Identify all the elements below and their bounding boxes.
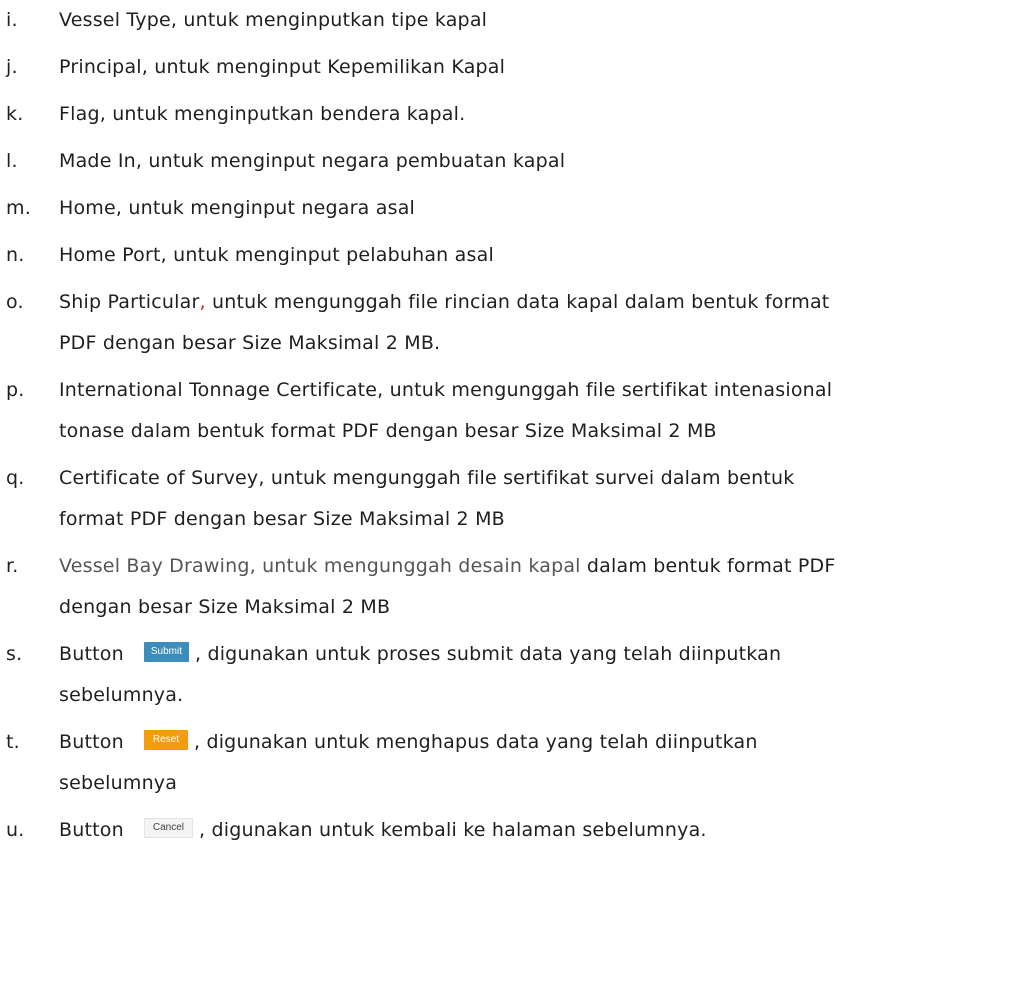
- list-item-line-2: format PDF dengan besar Size Maksimal 2 …: [59, 508, 505, 530]
- list-item-line-2: sebelumnya.: [59, 684, 184, 706]
- list-item-line-1: Vessel Bay Drawing, untuk mengunggah des…: [59, 546, 1016, 587]
- button-prefix: Button: [59, 819, 124, 841]
- list-marker: t.: [6, 731, 20, 753]
- button-prefix: Button: [59, 643, 124, 665]
- list-item-line-2: tonase dalam bentuk format PDF dengan be…: [59, 420, 717, 442]
- list-marker: m.: [6, 197, 31, 219]
- list-marker: j.: [6, 56, 18, 78]
- list-item-text: Home Port, untuk menginput pelabuhan asa…: [59, 244, 494, 266]
- list-item-line-2: sebelumnya: [59, 772, 178, 794]
- list-marker: s.: [6, 643, 23, 665]
- list-marker: q.: [6, 467, 25, 489]
- grey-text: Vessel Bay Drawing, untuk mengunggah des…: [59, 555, 581, 577]
- list-marker: n.: [6, 244, 25, 266]
- description-text: untuk mengunggah file rincian data kapal…: [205, 291, 830, 313]
- description-text: , digunakan untuk menghapus data yang te…: [193, 731, 758, 753]
- list-item-line-2: PDF dengan besar Size Maksimal 2 MB.: [59, 332, 441, 354]
- list-item-line-1: Button Reset, digunakan untuk menghapus d…: [59, 722, 1016, 763]
- list-item-line-1: Certificate of Survey, untuk mengunggah …: [59, 467, 795, 489]
- list-item-line-2: dengan besar Size Maksimal 2 MB: [59, 596, 391, 618]
- description-text: , digunakan untuk proses submit data yan…: [194, 643, 782, 665]
- list-item-line-1: Ship Particular, untuk mengunggah file r…: [59, 282, 1016, 323]
- list-item-line-1: International Tonnage Certificate, untuk…: [59, 379, 833, 401]
- field-name: Ship Particular: [59, 291, 200, 313]
- list-item-text: Home, untuk menginput negara asal: [59, 197, 416, 219]
- list-marker: k.: [6, 103, 24, 125]
- submit-button[interactable]: Submit: [143, 641, 189, 662]
- list-marker: u.: [6, 819, 25, 841]
- reset-button[interactable]: Reset: [143, 729, 188, 750]
- list-item-text: Made In, untuk menginput negara pembuata…: [59, 150, 566, 172]
- list-marker: l.: [6, 150, 18, 172]
- description-text: dalam bentuk format PDF: [580, 555, 836, 577]
- list-item-text: Vessel Type, untuk menginputkan tipe kap…: [59, 9, 488, 31]
- cancel-button[interactable]: Cancel: [143, 817, 193, 838]
- list-marker: r.: [6, 555, 19, 577]
- list-marker: p.: [6, 379, 25, 401]
- description-text: , digunakan untuk kembali ke halaman seb…: [198, 819, 707, 841]
- list-marker: i.: [6, 9, 18, 31]
- document-page: i. Vessel Type, untuk menginputkan tipe …: [0, 0, 1025, 1003]
- list-item-text: Flag, untuk menginputkan bendera kapal.: [59, 103, 466, 125]
- list-item-text: Principal, untuk menginput Kepemilikan K…: [59, 56, 506, 78]
- list-item-line-1: Button Cancel, digunakan untuk kembali ke…: [59, 810, 1016, 851]
- list-marker: o.: [6, 291, 24, 313]
- button-prefix: Button: [59, 731, 124, 753]
- list-item-line-1: Button Submit, digunakan untuk proses sub…: [59, 634, 1016, 675]
